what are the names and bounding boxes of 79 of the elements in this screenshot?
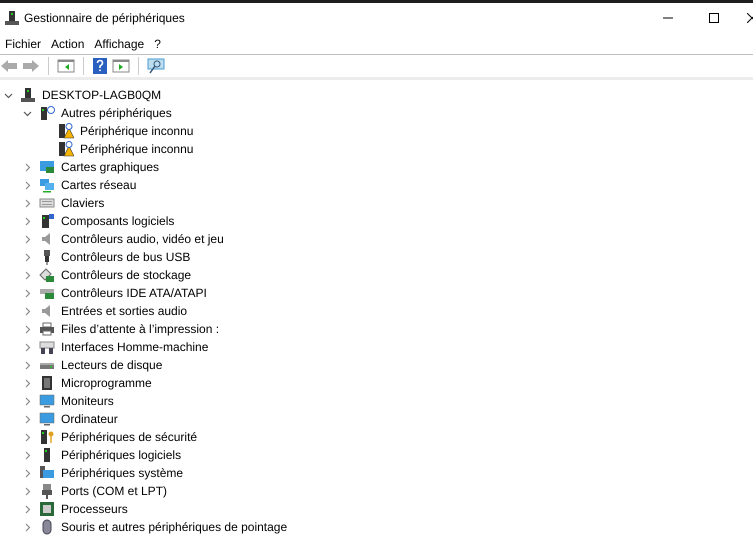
chip-icon: [39, 375, 55, 391]
tree-item[interactable]: Autres périphériques: [61, 104, 172, 122]
processor-icon: [39, 501, 55, 517]
tree-item[interactable]: Interfaces Homme-machine: [61, 338, 208, 356]
menu-item[interactable]: Affichage: [89, 34, 150, 52]
close-icon: [747, 13, 753, 23]
port-connector-icon: [39, 483, 55, 499]
tree-item[interactable]: Contrôleurs de bus USB: [61, 248, 190, 266]
tree-item[interactable]: Périphériques logiciels: [61, 446, 182, 464]
tree-item[interactable]: Contrôleurs audio, vidéo et jeu: [61, 230, 224, 248]
expand-chevron-icon[interactable]: [23, 180, 32, 190]
expand-chevron-icon[interactable]: [23, 396, 32, 406]
expand-chevron-icon[interactable]: [23, 360, 32, 370]
expand-chevron-icon[interactable]: [23, 432, 32, 442]
collapse-chevron-icon[interactable]: [4, 90, 13, 100]
expand-chevron-icon[interactable]: [23, 162, 32, 172]
tree-item[interactable]: Périphériques système: [61, 464, 184, 482]
question-device-icon: [39, 105, 55, 121]
warning-device-icon: [58, 123, 74, 139]
system-device-icon: [39, 465, 55, 481]
console-tree-icon[interactable]: [57, 58, 75, 74]
window-title: Gestionnaire de périphériques: [24, 10, 185, 27]
expand-chevron-icon[interactable]: [23, 324, 32, 334]
key-device-icon: [39, 429, 55, 445]
display-adapter-icon: [39, 159, 55, 175]
tree-item[interactable]: Périphérique inconnu: [80, 122, 194, 140]
expand-chevron-icon[interactable]: [23, 414, 32, 424]
menu-item[interactable]: Fichier: [0, 34, 46, 52]
storage-controller-icon: [39, 267, 55, 283]
expand-chevron-icon[interactable]: [23, 450, 32, 460]
monitor-icon: [39, 393, 55, 409]
action-pane-icon[interactable]: [112, 58, 130, 74]
expand-chevron-icon[interactable]: [23, 216, 32, 226]
tree-item[interactable]: Cartes graphiques: [61, 158, 160, 176]
hid-device-icon: [39, 339, 55, 355]
tree-item[interactable]: Processeurs: [61, 500, 128, 518]
tree-item[interactable]: Microprogramme: [61, 374, 152, 392]
monitor-icon: [39, 411, 55, 427]
tree-item[interactable]: Moniteurs: [61, 392, 114, 410]
app-icon: [4, 10, 20, 26]
expand-chevron-icon[interactable]: [23, 252, 32, 262]
tree-item[interactable]: Entrées et sorties audio: [61, 302, 188, 320]
expand-chevron-icon[interactable]: [23, 234, 32, 244]
expand-chevron-icon[interactable]: [23, 468, 32, 478]
expand-chevron-icon[interactable]: [23, 288, 32, 298]
tree-item[interactable]: Ports (COM et LPT): [61, 482, 168, 500]
help-icon[interactable]: [92, 58, 108, 74]
computer-icon: [20, 87, 36, 103]
expand-chevron-icon[interactable]: [23, 504, 32, 514]
tree-item[interactable]: Souris et autres périphériques de pointage: [61, 518, 288, 536]
expand-chevron-icon[interactable]: [23, 342, 32, 352]
tree-item[interactable]: Périphériques de sécurité: [61, 428, 198, 446]
maximize-icon: [709, 13, 719, 23]
network-icon: [39, 177, 55, 193]
expand-chevron-icon[interactable]: [23, 486, 32, 496]
scan-monitor-icon[interactable]: [147, 58, 165, 74]
tree-item[interactable]: DESKTOP-LAGB0QM: [42, 86, 162, 104]
printer-icon: [39, 321, 55, 337]
tree-item[interactable]: Ordinateur: [61, 410, 118, 428]
menu-item[interactable]: Action: [46, 34, 90, 52]
menu-item[interactable]: ?: [149, 34, 166, 52]
forward-arrow-icon[interactable]: [22, 58, 40, 74]
expand-chevron-icon[interactable]: [23, 522, 32, 532]
tree-item[interactable]: Claviers: [61, 194, 104, 212]
collapse-chevron-icon[interactable]: [23, 108, 32, 118]
tree-item[interactable]: Périphérique inconnu: [80, 140, 194, 158]
back-arrow-icon[interactable]: [0, 58, 18, 74]
expand-chevron-icon[interactable]: [23, 198, 32, 208]
expand-chevron-icon[interactable]: [23, 270, 32, 280]
tree-item[interactable]: Files d’attente à l’impression :: [61, 320, 220, 338]
software-component-icon: [39, 213, 55, 229]
tree-item[interactable]: Composants logiciels: [61, 212, 174, 230]
tree-item[interactable]: Contrôleurs de stockage: [61, 266, 192, 284]
tree-item[interactable]: Cartes réseau: [61, 176, 136, 194]
expand-chevron-icon[interactable]: [23, 306, 32, 316]
tree-item[interactable]: Lecteurs de disque: [61, 356, 162, 374]
warning-device-icon: [58, 141, 74, 157]
tree-item[interactable]: Contrôleurs IDE ATA/ATAPI: [61, 284, 207, 302]
expand-chevron-icon[interactable]: [23, 378, 32, 388]
